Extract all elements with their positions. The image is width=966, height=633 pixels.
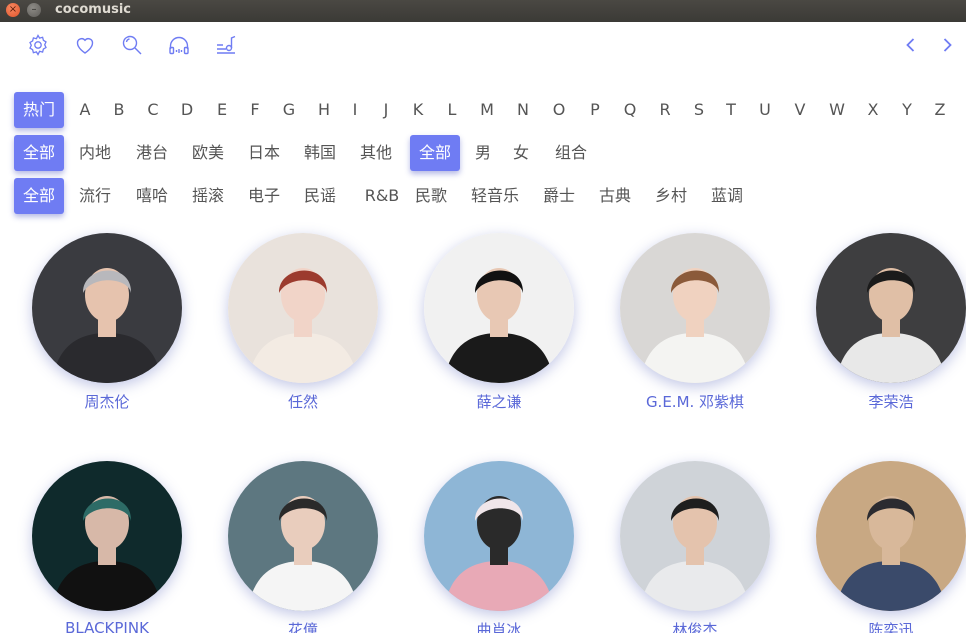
genre-filter-row: 全部 流行 嘻哈 摇滚 电子 民谣 R&B 民歌 轻音乐 爵士 古典 乡村 蓝调	[0, 178, 966, 214]
genre-filter-4[interactable]: 电子	[241, 178, 287, 214]
letter-filter-q[interactable]: Q	[619, 92, 641, 128]
window-minimize-button[interactable]: –	[27, 3, 41, 17]
chevron-right-icon	[943, 38, 952, 52]
letter-filter-hot[interactable]: 热门	[14, 92, 64, 128]
letter-filter-o[interactable]: O	[548, 92, 570, 128]
letter-filter-y[interactable]: Y	[896, 92, 918, 128]
letter-filter-l[interactable]: L	[441, 92, 463, 128]
artist-name[interactable]: 陈奕迅	[811, 619, 966, 633]
artist-card[interactable]: 林俊杰	[615, 461, 775, 633]
genre-filter-8[interactable]: 轻音乐	[466, 178, 524, 214]
artist-avatar[interactable]	[620, 461, 770, 611]
letter-filter-t[interactable]: T	[720, 92, 742, 128]
letter-filter-g[interactable]: G	[278, 92, 300, 128]
letter-filter-c[interactable]: C	[142, 92, 164, 128]
letter-filter-row: 热门 A B C D E F G H I J K L M N O P Q R S T U V W X Y Z	[0, 92, 966, 128]
back-button[interactable]	[901, 35, 921, 55]
letter-filter-i[interactable]: I	[344, 92, 366, 128]
gear-icon[interactable]	[26, 33, 50, 57]
region-filter-6[interactable]: 其他	[353, 135, 399, 171]
artist-avatar[interactable]	[32, 461, 182, 611]
region-gender-filter-row: 全部 内地 港台 欧美 日本 韩国 其他 全部男女组合	[0, 135, 966, 171]
region-filter-5[interactable]: 韩国	[297, 135, 343, 171]
genre-filter-5[interactable]: 民谣	[297, 178, 343, 214]
window-title: cocomusic	[55, 2, 131, 17]
genre-filter-1[interactable]: 流行	[72, 178, 118, 214]
artist-card[interactable]: 李荣浩	[811, 233, 966, 412]
region-filter-4[interactable]: 日本	[241, 135, 287, 171]
artist-avatar[interactable]	[816, 461, 966, 611]
artist-name[interactable]: 周杰伦	[27, 391, 187, 412]
gender-filter-3[interactable]: 组合	[548, 135, 594, 171]
artist-name[interactable]: 任然	[223, 391, 383, 412]
artist-name[interactable]: G.E.M. 邓紫棋	[615, 391, 775, 412]
letter-filter-h[interactable]: H	[313, 92, 335, 128]
artist-name[interactable]: BLACKPINK	[27, 619, 187, 633]
letter-filter-x[interactable]: X	[862, 92, 884, 128]
window-close-button[interactable]: ×	[6, 3, 20, 17]
artist-name[interactable]: 林俊杰	[615, 619, 775, 633]
region-filter-3[interactable]: 欧美	[185, 135, 231, 171]
letter-filter-e[interactable]: E	[211, 92, 233, 128]
heart-icon[interactable]	[73, 33, 97, 57]
headphones-icon[interactable]	[167, 33, 191, 57]
region-filter-1[interactable]: 内地	[72, 135, 118, 171]
artist-card[interactable]: 陈奕迅	[811, 461, 966, 633]
music-note-icon[interactable]	[214, 33, 238, 57]
gender-filter-0[interactable]: 全部	[410, 135, 460, 171]
genre-filter-12[interactable]: 蓝调	[704, 178, 750, 214]
letter-filter-m[interactable]: M	[476, 92, 498, 128]
genre-filter-7[interactable]: 民歌	[408, 178, 454, 214]
artist-card[interactable]: 周杰伦	[27, 233, 187, 412]
letter-filter-s[interactable]: S	[688, 92, 710, 128]
artist-name[interactable]: 曲肖冰	[419, 619, 579, 633]
letter-filter-k[interactable]: K	[407, 92, 429, 128]
gender-filter-2[interactable]: 女	[508, 135, 534, 171]
close-icon: ×	[8, 4, 18, 15]
genre-filter-3[interactable]: 摇滚	[185, 178, 231, 214]
gender-filter-1[interactable]: 男	[470, 135, 496, 171]
chevron-left-icon	[906, 38, 915, 52]
letter-filter-v[interactable]: V	[789, 92, 811, 128]
artist-card[interactable]: 曲肖冰	[419, 461, 579, 633]
artist-card[interactable]: 花僮	[223, 461, 383, 633]
genre-filter-2[interactable]: 嘻哈	[129, 178, 175, 214]
letter-filter-f[interactable]: F	[244, 92, 266, 128]
letter-filter-p[interactable]: P	[584, 92, 606, 128]
artist-avatar[interactable]	[424, 233, 574, 383]
artist-card[interactable]: 薛之谦	[419, 233, 579, 412]
letter-filter-a[interactable]: A	[74, 92, 96, 128]
artist-name[interactable]: 花僮	[223, 619, 383, 633]
minimize-icon: –	[31, 4, 37, 15]
artist-name[interactable]: 李荣浩	[811, 391, 966, 412]
title-bar: × – cocomusic	[0, 0, 966, 22]
letter-filter-b[interactable]: B	[108, 92, 130, 128]
letter-filter-w[interactable]: W	[826, 92, 848, 128]
letter-filter-n[interactable]: N	[512, 92, 534, 128]
genre-filter-11[interactable]: 乡村	[648, 178, 694, 214]
artist-avatar[interactable]	[32, 233, 182, 383]
genre-filter-9[interactable]: 爵士	[536, 178, 582, 214]
letter-filter-z[interactable]: Z	[929, 92, 951, 128]
region-filter-2[interactable]: 港台	[129, 135, 175, 171]
genre-filter-6[interactable]: R&B	[353, 178, 411, 214]
artist-card[interactable]: G.E.M. 邓紫棋	[615, 233, 775, 412]
artist-avatar[interactable]	[228, 461, 378, 611]
forward-button[interactable]	[937, 35, 957, 55]
genre-filter-0[interactable]: 全部	[14, 178, 64, 214]
artist-avatar[interactable]	[620, 233, 770, 383]
artist-avatar[interactable]	[816, 233, 966, 383]
region-filter-0[interactable]: 全部	[14, 135, 64, 171]
artist-card[interactable]: 任然	[223, 233, 383, 412]
artist-avatar[interactable]	[424, 461, 574, 611]
search-icon[interactable]	[120, 33, 144, 57]
artist-name[interactable]: 薛之谦	[419, 391, 579, 412]
artist-card[interactable]: BLACKPINK	[27, 461, 187, 633]
artist-avatar[interactable]	[228, 233, 378, 383]
letter-filter-u[interactable]: U	[754, 92, 776, 128]
letter-filter-d[interactable]: D	[176, 92, 198, 128]
genre-filter-10[interactable]: 古典	[592, 178, 638, 214]
letter-filter-r[interactable]: R	[654, 92, 676, 128]
letter-filter-j[interactable]: J	[375, 92, 397, 128]
